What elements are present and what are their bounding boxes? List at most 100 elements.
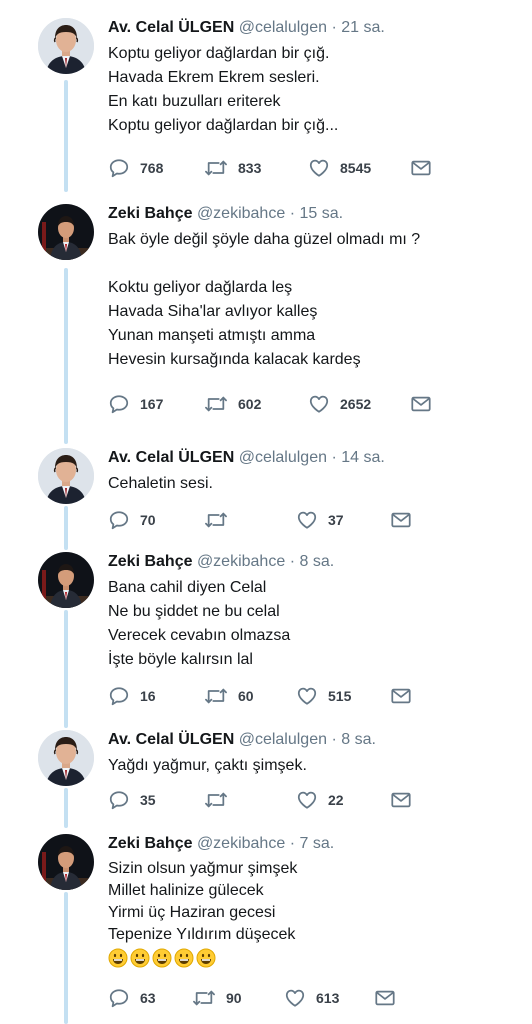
avatar[interactable]	[38, 834, 94, 890]
reply-icon	[108, 789, 130, 811]
retweet-icon	[204, 685, 228, 707]
reply-button[interactable]: 16	[108, 684, 156, 708]
envelope-icon	[390, 686, 412, 706]
like-count: 8545	[340, 160, 372, 176]
tweet-text-line: Cehaletin sesi.	[108, 475, 213, 492]
tweet[interactable]: Zeki Bahçe @zekibahce · 15 sa. Bak öyle …	[0, 204, 532, 424]
retweet-button[interactable]: 833	[204, 156, 261, 180]
tweet[interactable]: Zeki Bahçe @zekibahce · 8 sa. Bana cahil…	[0, 552, 532, 708]
direct-message-button[interactable]	[390, 508, 412, 532]
timestamp[interactable]: 14 sa.	[341, 449, 385, 466]
author-handle[interactable]: @zekibahce	[197, 835, 285, 852]
retweet-button[interactable]: 602	[204, 392, 261, 416]
avatar[interactable]	[38, 448, 94, 504]
reply-button[interactable]: 63	[108, 986, 156, 1010]
author-handle[interactable]: @celalulgen	[239, 731, 327, 748]
avatar[interactable]	[38, 18, 94, 74]
tweet-text-line: Bak öyle değil şöyle daha güzel olmadı m…	[108, 231, 421, 248]
tweet-header: Av. Celal ÜLGEN @celalulgen · 21 sa.	[108, 18, 518, 38]
tweet-text-line: Sizin olsun yağmur şimşek	[108, 860, 298, 877]
avatar[interactable]	[38, 730, 94, 786]
like-button[interactable]: 613	[284, 986, 339, 1010]
tweet-header: Zeki Bahçe @zekibahce · 15 sa.	[108, 204, 518, 224]
tweet-text-line: Bana cahil diyen Celal	[108, 579, 267, 596]
retweet-icon	[204, 393, 228, 415]
reply-icon	[108, 509, 130, 531]
avatar[interactable]	[38, 204, 94, 260]
author-name[interactable]: Av. Celal ÜLGEN	[108, 19, 234, 36]
reply-count: 70	[140, 512, 156, 528]
reply-button[interactable]: 70	[108, 508, 156, 532]
emoji-row	[108, 948, 518, 968]
envelope-icon	[390, 790, 412, 810]
direct-message-button[interactable]	[390, 684, 412, 708]
grinning-face-icon	[174, 948, 194, 968]
direct-message-button[interactable]	[410, 156, 432, 180]
tweet-text-line: Verecek cevabın olmazsa	[108, 627, 291, 644]
author-handle[interactable]: @celalulgen	[239, 19, 327, 36]
tweet-text-line: Yağdı yağmur, çaktı şimşek.	[108, 757, 307, 774]
author-name[interactable]: Av. Celal ÜLGEN	[108, 731, 234, 748]
heart-icon	[308, 393, 330, 415]
avatar[interactable]	[38, 552, 94, 608]
timestamp[interactable]: 8 sa.	[341, 731, 376, 748]
author-handle[interactable]: @zekibahce	[197, 553, 285, 570]
like-button[interactable]: 515	[296, 684, 351, 708]
retweet-count: 602	[238, 396, 262, 412]
timestamp[interactable]: 15 sa.	[299, 205, 343, 222]
retweet-button[interactable]	[204, 788, 238, 812]
timestamp[interactable]: 21 sa.	[341, 19, 385, 36]
separator-dot: ·	[289, 835, 296, 852]
author-handle[interactable]: @celalulgen	[239, 449, 327, 466]
reply-count: 16	[140, 688, 156, 704]
like-count: 515	[328, 688, 352, 704]
author-name[interactable]: Zeki Bahçe	[108, 205, 192, 222]
grinning-face-icon	[130, 948, 150, 968]
author-handle[interactable]: @zekibahce	[197, 205, 285, 222]
tweet[interactable]: Av. Celal ÜLGEN @celalulgen · 14 sa. Ceh…	[0, 448, 532, 534]
tweet[interactable]: Av. Celal ÜLGEN @celalulgen · 21 sa. Kop…	[0, 18, 532, 188]
reply-button[interactable]: 768	[108, 156, 163, 180]
tweet[interactable]: Zeki Bahçe @zekibahce · 7 sa. Sizin olsu…	[0, 834, 532, 1020]
like-count: 22	[328, 792, 344, 808]
author-name[interactable]: Zeki Bahçe	[108, 553, 192, 570]
author-name[interactable]: Av. Celal ÜLGEN	[108, 449, 234, 466]
retweet-button[interactable]	[204, 508, 238, 532]
direct-message-button[interactable]	[410, 392, 432, 416]
reply-count: 35	[140, 792, 156, 808]
tweet-header: Zeki Bahçe @zekibahce · 8 sa.	[108, 552, 518, 572]
like-count: 2652	[340, 396, 372, 412]
like-button[interactable]: 22	[296, 788, 344, 812]
envelope-icon	[374, 988, 396, 1008]
grinning-face-icon	[196, 948, 216, 968]
reply-button[interactable]: 35	[108, 788, 156, 812]
author-name[interactable]: Zeki Bahçe	[108, 835, 192, 852]
tweet[interactable]: Av. Celal ÜLGEN @celalulgen · 8 sa. Yağd…	[0, 730, 532, 816]
heart-icon	[308, 157, 330, 179]
tweet-text: Bak öyle değil şöyle daha güzel olmadı m…	[108, 228, 518, 372]
like-button[interactable]: 37	[296, 508, 344, 532]
retweet-count: 90	[226, 990, 242, 1006]
direct-message-button[interactable]	[374, 986, 396, 1010]
retweet-icon	[204, 789, 228, 811]
timestamp[interactable]: 8 sa.	[299, 553, 334, 570]
retweet-button[interactable]: 60	[204, 684, 254, 708]
like-count: 37	[328, 512, 344, 528]
like-button[interactable]: 8545	[308, 156, 371, 180]
tweet-text: Bana cahil diyen Celal Ne bu şiddet ne b…	[108, 576, 518, 672]
separator-dot: ·	[331, 19, 337, 36]
retweet-button[interactable]: 90	[192, 986, 242, 1010]
grinning-face-icon	[152, 948, 172, 968]
tweet-text-line: Ne bu şiddet ne bu celal	[108, 603, 280, 620]
separator-dot: ·	[289, 553, 296, 570]
heart-icon	[296, 789, 318, 811]
like-button[interactable]: 2652	[308, 392, 371, 416]
tweet-text-line: Koptu geliyor dağlardan bir çığ.	[108, 45, 330, 62]
reply-icon	[108, 987, 130, 1009]
reply-count: 63	[140, 990, 156, 1006]
timestamp[interactable]: 7 sa.	[299, 835, 334, 852]
direct-message-button[interactable]	[390, 788, 412, 812]
envelope-icon	[410, 394, 432, 414]
tweet-text-line: Koktu geliyor dağlarda leş	[108, 279, 293, 296]
reply-button[interactable]: 167	[108, 392, 163, 416]
